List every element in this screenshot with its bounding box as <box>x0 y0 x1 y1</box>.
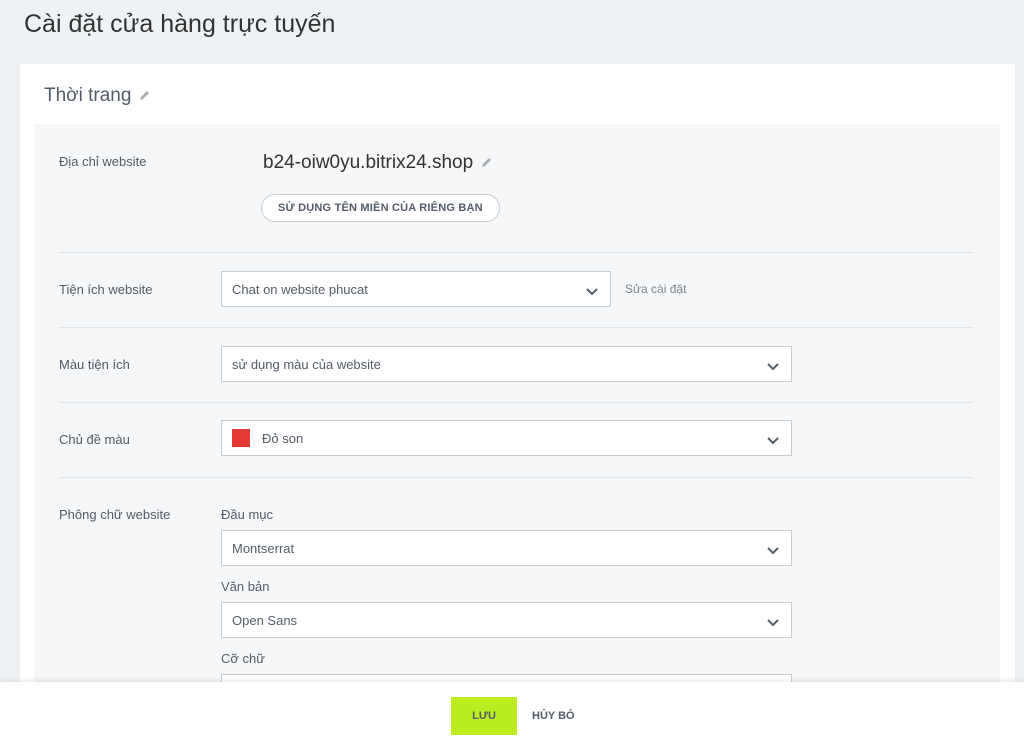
chevron-down-icon <box>767 359 779 374</box>
settings-card: Thời trang Địa chỉ website b24-oiw0yu.bi… <box>20 64 1015 724</box>
body-font-value: Open Sans <box>232 612 298 628</box>
chevron-down-icon <box>767 543 779 558</box>
color-theme-label: Chủ đề màu <box>59 432 130 447</box>
chevron-down-icon <box>586 284 598 299</box>
website-address-label: Địa chỉ website <box>59 154 147 169</box>
heading-font-value: Montserrat <box>232 540 295 556</box>
pencil-icon[interactable] <box>481 152 493 174</box>
page-title: Cài đặt cửa hàng trực tuyến <box>24 10 336 38</box>
chevron-down-icon <box>767 615 779 630</box>
website-domain-text: b24-oiw0yu.bitrix24.shop <box>263 152 474 173</box>
footer-bar: LƯU HỦY BỎ <box>0 682 1024 744</box>
body-font-select[interactable]: Open Sans <box>221 602 792 638</box>
widget-color-select-value: sử dụng màu của website <box>232 356 381 372</box>
color-swatch <box>232 429 250 447</box>
font-size-label: Cỡ chữ <box>221 651 265 666</box>
widget-color-select[interactable]: sử dụng màu của website <box>221 346 792 382</box>
color-theme-row: Chủ đề màu Đỏ son <box>59 403 973 477</box>
widget-color-label: Màu tiện ích <box>59 357 130 372</box>
color-theme-select[interactable]: Đỏ son <box>221 420 792 456</box>
pencil-icon[interactable] <box>139 85 151 107</box>
cancel-button[interactable]: HỦY BỎ <box>532 697 575 735</box>
website-domain: b24-oiw0yu.bitrix24.shop <box>263 152 493 174</box>
widget-label: Tiện ích website <box>59 282 153 297</box>
widget-color-row: Màu tiện ích sử dụng màu của website <box>59 328 973 402</box>
custom-domain-button[interactable]: SỬ DỤNG TÊN MIỀN CỦA RIÊNG BẠN <box>261 194 500 222</box>
body-font-label: Văn bản <box>221 579 270 594</box>
chevron-down-icon <box>767 433 779 448</box>
fonts-label: Phông chữ website <box>59 507 171 522</box>
widget-select-value: Chat on website phucat <box>232 281 368 297</box>
store-name: Thời trang <box>44 85 151 107</box>
website-address-row: Địa chỉ website b24-oiw0yu.bitrix24.shop… <box>59 124 973 252</box>
widget-row: Tiện ích website Chat on website phucat … <box>59 253 973 327</box>
color-theme-select-value: Đỏ son <box>262 430 304 446</box>
widget-select[interactable]: Chat on website phucat <box>221 271 611 307</box>
settings-form: Địa chỉ website b24-oiw0yu.bitrix24.shop… <box>34 124 1000 724</box>
store-name-text: Thời trang <box>44 85 132 106</box>
widget-edit-link[interactable]: Sửa cài đặt <box>625 282 686 296</box>
save-button[interactable]: LƯU <box>451 697 517 735</box>
heading-font-label: Đầu mục <box>221 507 274 522</box>
heading-font-select[interactable]: Montserrat <box>221 530 792 566</box>
